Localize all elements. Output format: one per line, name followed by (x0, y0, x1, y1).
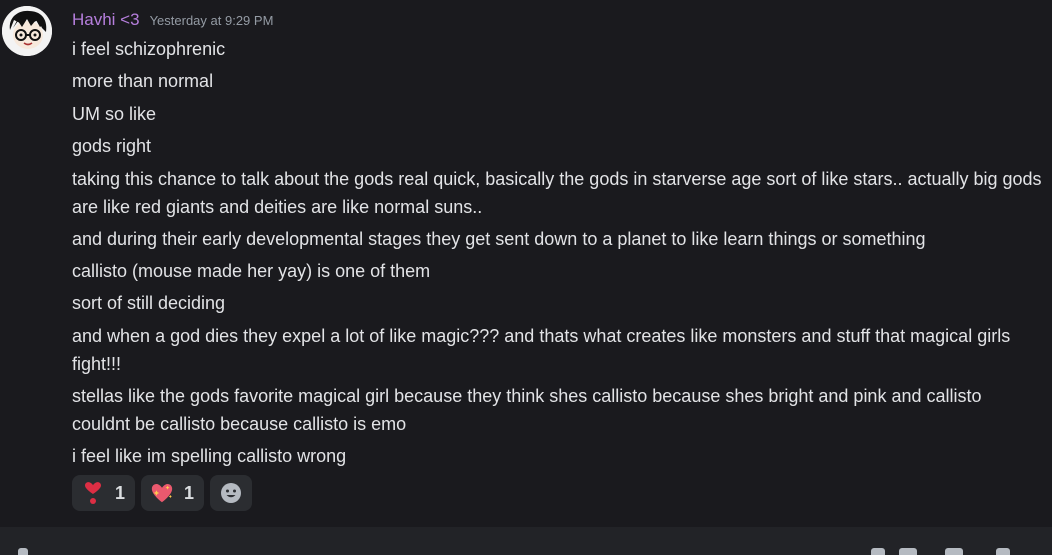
message-line[interactable]: i feel like im spelling callisto wrong (72, 440, 1044, 472)
timestamp[interactable]: Yesterday at 9:29 PM (150, 10, 274, 32)
message-line[interactable]: stellas like the gods favorite magical g… (72, 380, 1044, 440)
add-reaction-button[interactable] (210, 475, 253, 511)
smiley-face-icon (219, 481, 243, 505)
reaction-bar: 1 1 (72, 475, 253, 511)
gift-icon[interactable] (871, 548, 885, 555)
emoji-picker-icon[interactable] (996, 548, 1010, 555)
message-line[interactable]: and during their early developmental sta… (72, 223, 1044, 255)
username[interactable]: Havhi <3 (72, 9, 140, 31)
user-avatar[interactable] (2, 6, 52, 56)
message-line[interactable]: more than normal (72, 65, 1044, 97)
reaction-count: 1 (184, 482, 195, 503)
message-line[interactable]: UM so like (72, 98, 1044, 130)
gif-icon[interactable] (899, 548, 917, 555)
sparkling-heart-icon (150, 481, 174, 505)
message-line[interactable]: callisto (mouse made her yay) is one of … (72, 255, 1044, 287)
reaction-exclamation-heart[interactable]: 1 (72, 475, 136, 511)
message-line[interactable]: sort of still deciding (72, 287, 1044, 319)
sticker-icon[interactable] (945, 548, 963, 555)
message-group: Havhi <3 Yesterday at 9:29 PM i feel sch… (0, 0, 1052, 527)
message-line[interactable]: i feel schizophrenic (72, 33, 1044, 65)
reaction-sparkling-heart[interactable]: 1 (141, 475, 205, 511)
message-list: i feel schizophrenic more than normal UM… (72, 33, 1044, 472)
reaction-count: 1 (115, 482, 126, 503)
message-input-bar (0, 527, 1052, 555)
exclamation-heart-icon (81, 481, 105, 505)
avatar-drawing-icon (2, 6, 52, 56)
message-line[interactable]: taking this chance to talk about the god… (72, 163, 1044, 223)
message-header: Havhi <3 Yesterday at 9:29 PM (72, 9, 273, 31)
message-line[interactable]: and when a god dies they expel a lot of … (72, 320, 1044, 380)
message-line[interactable]: gods right (72, 130, 1044, 162)
add-attachment-icon[interactable] (18, 548, 28, 555)
